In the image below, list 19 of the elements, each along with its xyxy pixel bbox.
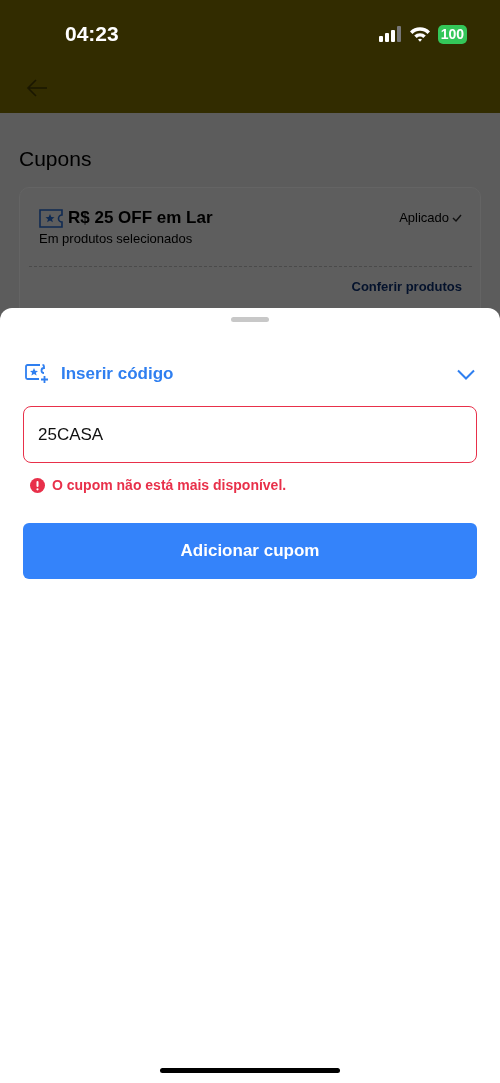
page-title: Cupons (19, 147, 93, 171)
view-products-link[interactable]: Conferir produtos (351, 279, 462, 294)
battery-indicator: 100 (437, 24, 467, 44)
insert-code-toggle[interactable]: Inserir código (23, 364, 477, 384)
check-icon (452, 213, 462, 222)
signal-icon (378, 26, 402, 42)
coupon-title: R$ 25 OFF em Lar (68, 208, 213, 228)
ticket-add-icon (25, 364, 49, 384)
applied-status: Aplicado (399, 210, 449, 225)
add-coupon-button[interactable]: Adicionar cupom (23, 523, 477, 579)
sheet-handle[interactable] (231, 317, 269, 322)
status-time: 04:23 (65, 22, 119, 46)
coupon-subtitle: Em produtos selecionados (39, 231, 194, 246)
wifi-icon (408, 26, 431, 42)
error-icon (30, 477, 45, 493)
ticket-star-icon (39, 208, 63, 228)
back-arrow-icon[interactable] (26, 78, 48, 98)
error-message: O cupom não está mais disponível. (52, 477, 287, 493)
coupon-code-field[interactable]: 25CASA (23, 406, 477, 463)
